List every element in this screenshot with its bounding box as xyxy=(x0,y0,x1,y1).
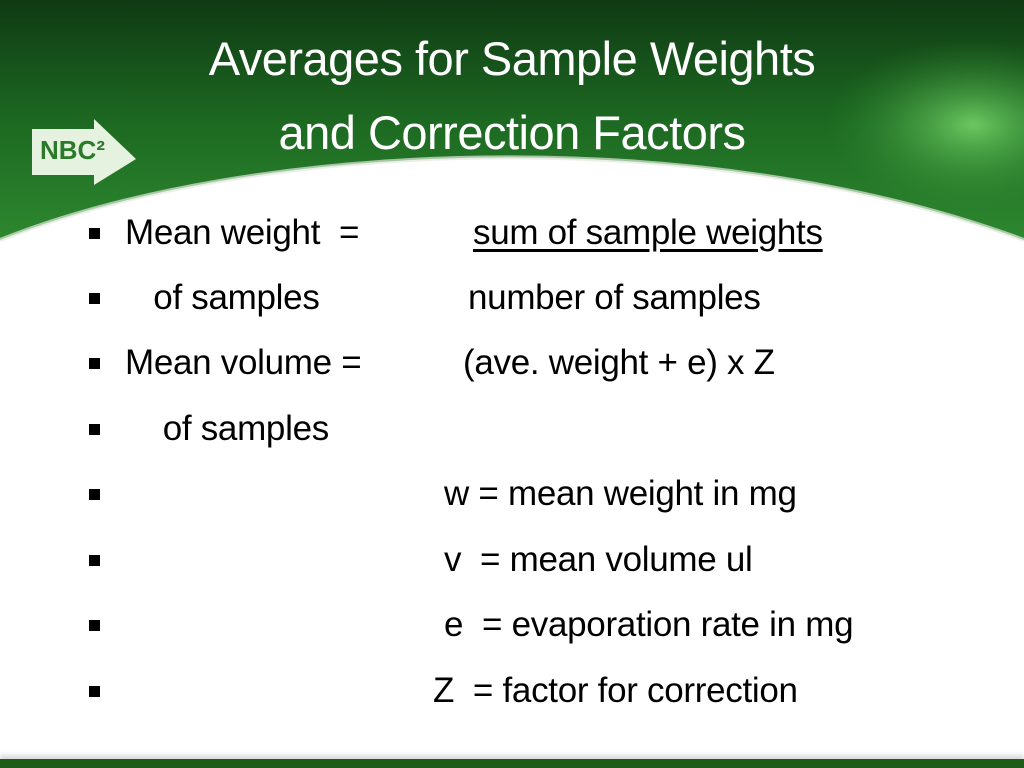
bullet-icon xyxy=(89,686,100,697)
row-left-text: Mean weight = xyxy=(125,213,360,252)
footer-bar xyxy=(0,759,1024,768)
bullet-icon xyxy=(89,228,100,239)
bullet-icon xyxy=(89,620,100,631)
bullet-icon xyxy=(89,424,100,435)
row-right-text: w = mean weight in mg xyxy=(444,474,797,513)
list-item: w = mean weight in mg xyxy=(0,474,1024,524)
slide-title-line2: and Correction Factors xyxy=(278,106,746,159)
row-right-text: v = mean volume ul xyxy=(444,540,753,579)
list-item: of samples number of samples xyxy=(0,278,1024,328)
bullet-icon xyxy=(89,293,100,304)
row-right-text: (ave. weight + e) x Z xyxy=(463,343,775,382)
list-item: of samples xyxy=(0,409,1024,459)
list-item: Mean volume = (ave. weight + e) x Z xyxy=(0,343,1024,393)
row-right-text: sum of sample weights xyxy=(473,213,823,252)
row-right-text: number of samples xyxy=(468,278,761,317)
row-right-text: Z = factor for correction xyxy=(433,671,798,710)
bullet-icon xyxy=(89,489,100,500)
row-left-text: Mean volume = xyxy=(125,343,362,382)
row-right-text: e = evaporation rate in mg xyxy=(444,605,854,644)
bullet-icon xyxy=(89,555,100,566)
list-item: e = evaporation rate in mg xyxy=(0,605,1024,655)
list-item: Mean weight = sum of sample weights xyxy=(0,213,1024,263)
slide-title-line1: Averages for Sample Weights xyxy=(208,32,816,85)
row-left-text: of samples xyxy=(125,278,320,317)
list-item: Z = factor for correction xyxy=(0,671,1024,721)
list-item: v = mean volume ul xyxy=(0,540,1024,590)
bullet-icon xyxy=(89,358,100,369)
row-left-text: of samples xyxy=(125,409,330,448)
